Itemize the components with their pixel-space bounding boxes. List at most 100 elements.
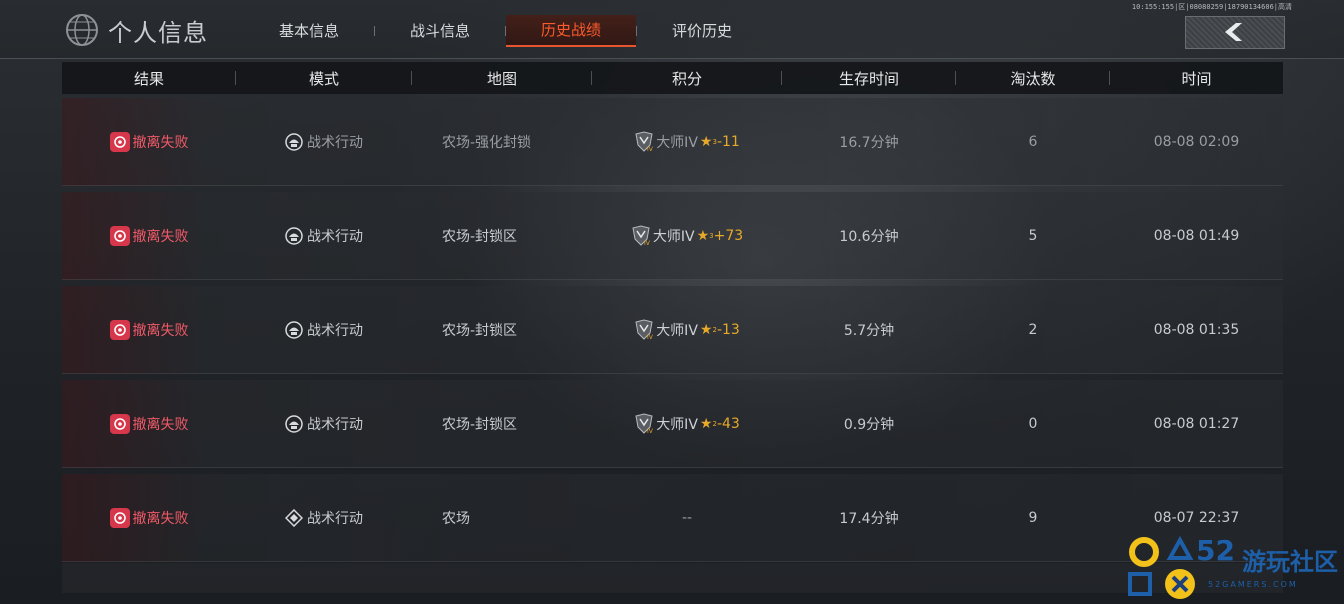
kill-count: 6 xyxy=(1028,133,1038,150)
survival-time: 5.7分钟 xyxy=(843,322,895,339)
score-cell: -- xyxy=(592,510,782,526)
score-cell: IV 大师IV ★ 2 -13 xyxy=(592,318,782,341)
result-text: 撤离失败 xyxy=(132,322,189,339)
rank-text: 大师IV xyxy=(656,134,698,151)
score-cell: IV 大师IV ★ 3 +73 xyxy=(592,224,782,247)
svg-text:IV: IV xyxy=(644,240,651,247)
table-row[interactable]: 撤离失败 战术行动 农场-封锁区 IV 大师IV ★ 2 -13 5.7分钟 2 … xyxy=(62,286,1283,374)
title-area: 个人信息 xyxy=(62,12,208,48)
star-icon: ★ xyxy=(696,227,710,244)
helmet-icon xyxy=(285,320,303,339)
chevron-left-icon xyxy=(1225,23,1242,41)
tab-battle-info[interactable]: 战斗信息 xyxy=(375,16,505,46)
watermark-number: 52 xyxy=(1196,534,1235,567)
map-cell: 农场-封锁区 xyxy=(412,226,592,246)
kill-count: 2 xyxy=(1028,321,1038,338)
table-row[interactable]: 撤离失败 战术行动 农场-强化封锁 IV 大师IV ★ 3 -11 16.7分钟 … xyxy=(62,98,1283,186)
column-header-result: 结果 xyxy=(62,68,236,89)
match-time: 08-08 01:27 xyxy=(1153,415,1240,432)
rank-badge-icon: IV xyxy=(635,318,654,341)
watermark-domain: 52GAMERS.COM xyxy=(1208,580,1298,589)
map-text: 农场-强化封锁 xyxy=(442,134,532,151)
match-time: 08-08 02:09 xyxy=(1153,133,1240,150)
tab-match-history[interactable]: 历史战绩 xyxy=(506,15,636,47)
score-change: -43 xyxy=(716,415,740,432)
score-change: +73 xyxy=(713,227,744,244)
match-list: 撤离失败 战术行动 农场-强化封锁 IV 大师IV ★ 3 -11 16.7分钟 … xyxy=(62,98,1283,568)
mode-cell: 战术行动 xyxy=(236,226,412,246)
helmet-icon xyxy=(285,132,303,151)
score-change: -13 xyxy=(716,321,740,338)
result-text: 撤离失败 xyxy=(132,510,189,527)
watermark-name: 游玩社区 xyxy=(1242,548,1338,576)
match-time: 08-07 22:37 xyxy=(1153,509,1240,526)
match-time: 08-08 01:49 xyxy=(1153,227,1240,244)
score-cell: IV 大师IV ★ 3 -11 xyxy=(592,130,782,153)
kill-count: 5 xyxy=(1028,227,1038,244)
column-header-map: 地图 xyxy=(412,68,592,89)
table-row[interactable]: 撤离失败 战术行动 农场-封锁区 IV 大师IV ★ 2 -43 0.9分钟 0 … xyxy=(62,380,1283,468)
diamond-mode-icon xyxy=(285,508,303,527)
fail-badge-icon xyxy=(109,225,130,246)
rank-text: 大师IV xyxy=(656,322,698,339)
match-time: 08-08 01:35 xyxy=(1153,321,1240,338)
rank-badge-icon: IV xyxy=(635,130,654,153)
map-text: 农场-封锁区 xyxy=(442,228,518,245)
tab-basic-info[interactable]: 基本信息 xyxy=(244,16,374,46)
status-line: 10:155:155|区|08080259|18790134606|高清 xyxy=(1131,3,1292,11)
score-cell: IV 大师IV ★ 2 -43 xyxy=(592,412,782,435)
survival-time: 10.6分钟 xyxy=(839,228,899,245)
mode-text: 战术行动 xyxy=(307,416,363,433)
mode-text: 战术行动 xyxy=(307,134,363,151)
fail-badge-icon xyxy=(109,413,130,434)
rank-text: 大师IV xyxy=(656,416,698,433)
result-text: 撤离失败 xyxy=(132,228,189,245)
star-icon: ★ xyxy=(699,133,713,150)
score-empty: -- xyxy=(681,509,693,526)
helmet-icon xyxy=(285,414,303,433)
result-text: 撤离失败 xyxy=(132,134,189,151)
survival-time: 0.9分钟 xyxy=(843,416,895,433)
mode-text: 战术行动 xyxy=(307,228,363,245)
kill-count: 9 xyxy=(1028,509,1038,526)
top-bar: 个人信息 基本信息 战斗信息 历史战绩 评价历史 10:155:155|区|08… xyxy=(0,0,1344,59)
rank-text: 大师IV xyxy=(652,228,695,245)
map-text: 农场 xyxy=(442,510,470,527)
star-icon: ★ xyxy=(699,321,713,338)
result-cell: 撤离失败 xyxy=(62,131,236,152)
table-row[interactable]: 撤离失败 战术行动 农场-封锁区 IV 大师IV ★ 3 +73 10.6分钟 5… xyxy=(62,192,1283,280)
result-cell: 撤离失败 xyxy=(62,413,236,434)
survival-time: 17.4分钟 xyxy=(839,510,899,527)
result-cell: 撤离失败 xyxy=(62,507,236,528)
table-row-partial[interactable] xyxy=(62,563,1283,593)
mode-cell: 战术行动 xyxy=(236,508,412,528)
column-header-survival: 生存时间 xyxy=(782,68,956,89)
map-cell: 农场-封锁区 xyxy=(412,414,592,434)
column-header-kills: 淘汰数 xyxy=(956,68,1110,89)
mode-cell: 战术行动 xyxy=(236,414,412,434)
site-watermark: 52 游玩社区 52GAMERS.COM xyxy=(1124,532,1344,604)
tab-bar: 基本信息 战斗信息 历史战绩 评价历史 xyxy=(244,15,767,47)
page-title: 个人信息 xyxy=(108,18,208,47)
mode-text: 战术行动 xyxy=(307,510,363,527)
survival-time: 16.7分钟 xyxy=(839,134,899,151)
result-cell: 撤离失败 xyxy=(62,225,236,246)
kill-count: 0 xyxy=(1028,415,1038,432)
table-row[interactable]: 撤离失败 战术行动 农场 -- 17.4分钟 9 08-07 22:37 xyxy=(62,474,1283,562)
back-button[interactable] xyxy=(1185,16,1285,49)
fail-badge-icon xyxy=(109,507,130,528)
tab-review-history[interactable]: 评价历史 xyxy=(637,16,767,46)
map-text: 农场-封锁区 xyxy=(442,322,518,339)
globe-icon xyxy=(66,14,98,46)
result-cell: 撤离失败 xyxy=(62,319,236,340)
column-header-score: 积分 xyxy=(592,68,782,89)
map-cell: 农场-封锁区 xyxy=(412,320,592,340)
controller-symbols-icon xyxy=(1128,535,1195,599)
mode-cell: 战术行动 xyxy=(236,320,412,340)
map-cell: 农场 xyxy=(412,508,592,528)
svg-text:IV: IV xyxy=(647,146,654,153)
map-text: 农场-封锁区 xyxy=(442,416,518,433)
star-icon: ★ xyxy=(699,415,713,432)
score-change: -11 xyxy=(716,133,740,150)
helmet-icon xyxy=(285,226,303,245)
